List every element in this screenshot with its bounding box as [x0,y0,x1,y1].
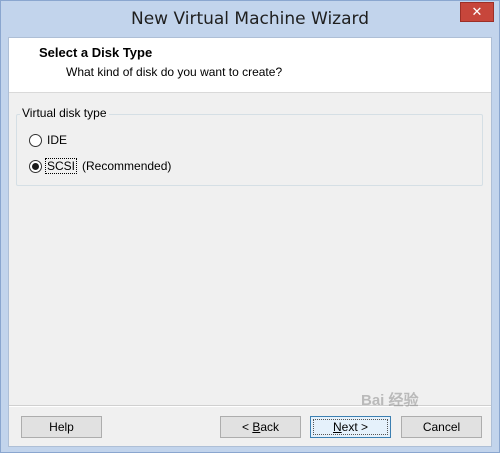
radio-button-ide[interactable] [29,133,42,147]
recommended-note: (Recommended) [82,159,172,173]
next-button[interactable]: Next > [310,416,391,438]
close-button[interactable]: ✕ [460,2,494,22]
back-button[interactable]: < Back [220,416,301,438]
radio-option-ide[interactable]: IDE [29,131,68,149]
window-title: New Virtual Machine Wizard [131,9,369,29]
help-button[interactable]: Help [21,416,102,438]
cancel-button-label: Cancel [422,420,461,434]
cancel-button[interactable]: Cancel [401,416,482,438]
radio-label-ide: IDE [47,133,68,147]
back-rest: ack [260,420,280,434]
title-bar[interactable]: New Virtual Machine Wizard ✕ [1,1,499,37]
page-subtitle: What kind of disk do you want to create? [66,65,283,79]
radio-option-scsi[interactable]: SCSI (Recommended) [29,157,171,175]
next-rest: ext > [341,420,369,434]
page-title: Select a Disk Type [39,45,153,60]
wizard-client-area: Select a Disk Type What kind of disk do … [8,37,492,447]
button-separator [9,405,491,407]
help-button-label: Help [49,420,74,434]
radio-label-scsi: SCSI [44,158,78,174]
wizard-header: Select a Disk Type What kind of disk do … [9,38,491,93]
next-accelerator: N [332,420,342,434]
back-prefix: < [241,420,253,434]
wizard-window: New Virtual Machine Wizard ✕ Select a Di… [0,0,500,453]
virtual-disk-type-group: Virtual disk type IDE SCSI (Recommended) [16,106,483,186]
radio-button-scsi[interactable] [29,159,42,173]
close-icon: ✕ [471,4,483,19]
group-label: Virtual disk type [20,106,109,120]
